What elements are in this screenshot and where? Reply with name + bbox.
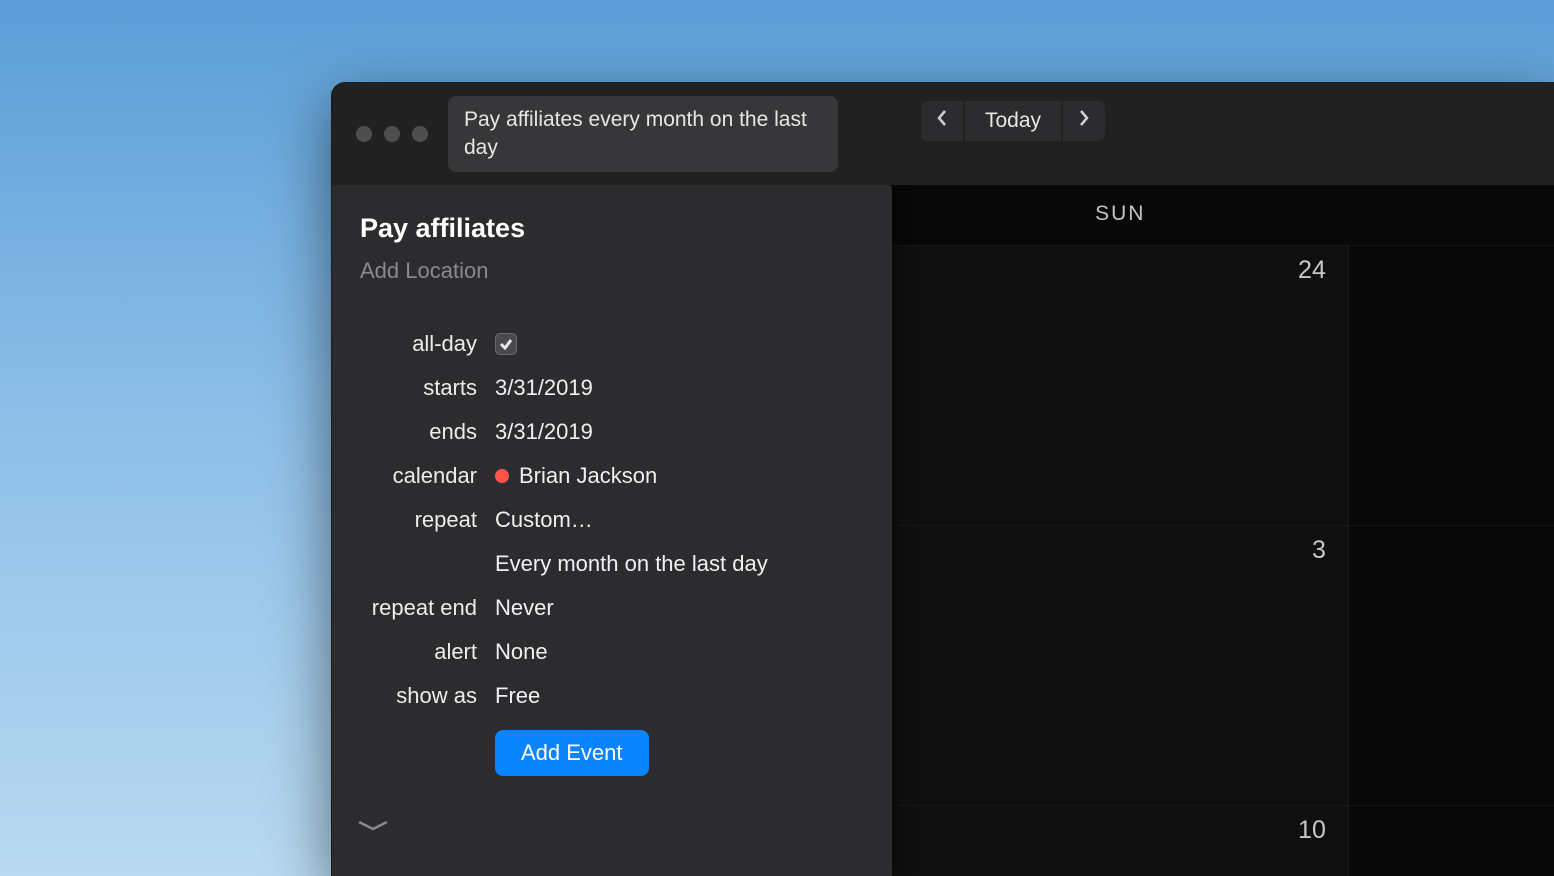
window-minimize-button[interactable] (384, 126, 400, 142)
calendar-day-cell-partial[interactable] (1349, 526, 1554, 805)
event-location-input[interactable]: Add Location (360, 258, 864, 284)
chevron-down-wide-icon (356, 821, 390, 838)
row-show-as: show as Free (360, 674, 864, 718)
expand-panel-handle[interactable] (356, 818, 390, 834)
calendar-name: Brian Jackson (519, 463, 657, 489)
calendar-value[interactable]: Brian Jackson (495, 463, 657, 489)
alert-value[interactable]: None (495, 639, 548, 665)
label-repeat-end: repeat end (360, 595, 495, 621)
event-editor-panel: Pay affiliates Add Location all-day star… (332, 185, 892, 876)
label-show-as: show as (360, 683, 495, 709)
calendar-day-cell[interactable]: 3 (892, 526, 1349, 805)
today-button[interactable]: Today (965, 101, 1061, 141)
calendar-day-cell[interactable]: 10 (892, 806, 1349, 876)
label-all-day: all-day (360, 331, 495, 357)
all-day-checkbox[interactable] (495, 333, 517, 355)
row-repeat-end: repeat end Never (360, 586, 864, 630)
body-area: SUN 24 3 10 (332, 185, 1554, 876)
ends-value[interactable]: 3/31/2019 (495, 419, 593, 445)
row-repeat: repeat Custom… (360, 498, 864, 542)
starts-value[interactable]: 3/31/2019 (495, 375, 593, 401)
repeat-end-value[interactable]: Never (495, 595, 554, 621)
chevron-right-icon (1078, 109, 1090, 133)
label-starts: starts (360, 375, 495, 401)
titlebar: Pay affiliates every month on the last d… (332, 83, 1554, 185)
calendar-color-dot-icon (495, 469, 509, 483)
quick-event-input[interactable]: Pay affiliates every month on the last d… (448, 96, 838, 173)
calendar-nav-controls: Today (921, 101, 1105, 141)
repeat-value[interactable]: Custom… (495, 507, 593, 533)
window-traffic-lights (356, 126, 428, 142)
calendar-grid: 24 3 10 (892, 245, 1554, 876)
calendar-day-cell[interactable]: 24 (892, 246, 1349, 525)
add-event-button[interactable]: Add Event (495, 730, 649, 776)
calendar-week-row: 3 (892, 525, 1554, 805)
calendar-date-number: 3 (1312, 536, 1326, 565)
window-zoom-button[interactable] (412, 126, 428, 142)
row-starts: starts 3/31/2019 (360, 366, 864, 410)
row-calendar: calendar Brian Jackson (360, 454, 864, 498)
calendar-day-cell-partial[interactable] (1349, 246, 1554, 525)
event-form: all-day starts 3/31/2019 ends (360, 322, 864, 776)
calendar-day-header-row: SUN (892, 185, 1554, 245)
calendar-date-number: 24 (1298, 256, 1326, 285)
row-ends: ends 3/31/2019 (360, 410, 864, 454)
repeat-detail-value: Every month on the last day (495, 551, 768, 577)
label-calendar: calendar (360, 463, 495, 489)
window-close-button[interactable] (356, 126, 372, 142)
prev-button[interactable] (921, 101, 963, 141)
event-title-input[interactable]: Pay affiliates (360, 213, 864, 244)
check-icon (499, 331, 513, 357)
calendar-window: Pay affiliates every month on the last d… (331, 82, 1554, 876)
row-all-day: all-day (360, 322, 864, 366)
day-header-sun: SUN (892, 185, 1349, 245)
calendar-week-row: 10 (892, 805, 1554, 876)
next-button[interactable] (1063, 101, 1105, 141)
show-as-value[interactable]: Free (495, 683, 540, 709)
label-ends: ends (360, 419, 495, 445)
calendar-date-number: 10 (1298, 816, 1326, 845)
calendar-day-cell-partial[interactable] (1349, 806, 1554, 876)
label-repeat: repeat (360, 507, 495, 533)
row-submit: Add Event (360, 718, 864, 776)
chevron-left-icon (936, 109, 948, 133)
label-alert: alert (360, 639, 495, 665)
calendar-week-row: 24 (892, 245, 1554, 525)
row-repeat-detail: Every month on the last day (360, 542, 864, 586)
row-alert: alert None (360, 630, 864, 674)
